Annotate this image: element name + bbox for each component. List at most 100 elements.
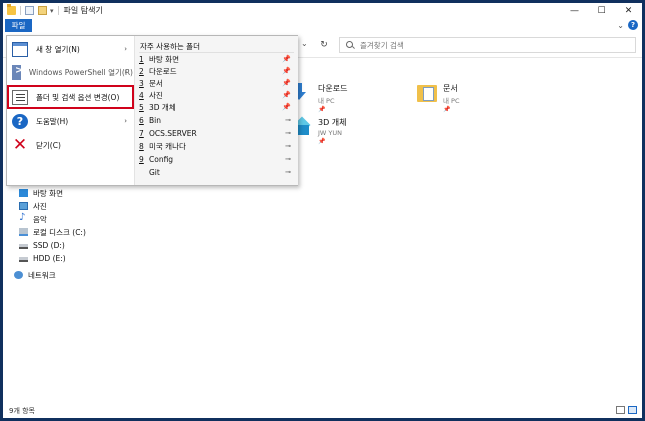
frequent-folder-item[interactable]: 5 3D 개체 📌 xyxy=(139,101,294,113)
pin-icon[interactable]: 📌 xyxy=(282,91,291,99)
menu-item-label: 폴더 및 검색 옵션 변경(O) xyxy=(36,92,120,102)
menu-item-new-window[interactable]: 새 창 열기(N) › xyxy=(8,38,133,60)
large-icons-view-icon[interactable] xyxy=(628,406,637,414)
item-count: 9개 항목 xyxy=(9,406,35,415)
frequent-folder-item[interactable]: 3 문서 📌 xyxy=(139,77,294,89)
close-icon: ✕ xyxy=(12,134,28,155)
frequent-folder-item[interactable]: Git ⊸ xyxy=(139,166,294,178)
submenu-arrow-icon: › xyxy=(124,68,127,76)
folder-label: Git xyxy=(149,167,160,177)
help-icon[interactable]: ? xyxy=(628,20,638,30)
accelerator-number: 8 xyxy=(139,141,144,151)
quick-access-item[interactable]: 3D 개체 JW YUN 📌 xyxy=(292,115,412,147)
folder-label: Config xyxy=(149,154,174,164)
unpinned-icon[interactable]: ⊸ xyxy=(285,116,291,124)
properties-icon[interactable] xyxy=(25,6,34,15)
accelerator-number: 7 xyxy=(139,128,144,138)
nav-item-pictures[interactable]: 사진 xyxy=(19,200,47,212)
nav-item-hdd[interactable]: HDD (E:) xyxy=(19,252,66,264)
address-history-dropdown-icon[interactable]: ⌄ xyxy=(301,39,308,48)
pictures-icon xyxy=(19,202,28,210)
nav-item-local-disk[interactable]: 로컬 디스크 (C:) xyxy=(19,226,86,238)
nav-item-desktop[interactable]: 바탕 화면 xyxy=(19,187,63,199)
menu-item-help[interactable]: ? 도움말(H) › xyxy=(8,110,133,132)
minimize-button[interactable]: — xyxy=(561,3,588,18)
folder-label: Bin xyxy=(149,115,161,125)
item-name: 문서 xyxy=(443,84,458,93)
pin-icon: 📌 xyxy=(443,106,451,113)
menu-item-folder-options[interactable]: 폴더 및 검색 옵션 변경(O) xyxy=(7,85,134,109)
pin-icon[interactable]: 📌 xyxy=(282,55,291,63)
frequent-folder-item[interactable]: 2 다운로드 📌 xyxy=(139,65,294,77)
music-icon xyxy=(19,212,28,223)
frequent-folder-item[interactable]: 9 Config ⊸ xyxy=(139,153,294,165)
accelerator-number: 3 xyxy=(139,78,144,88)
folder-label: 3D 개체 xyxy=(149,102,176,112)
frequent-folder-item[interactable]: 7 OCS.SERVER ⊸ xyxy=(139,127,294,139)
nav-item-ssd[interactable]: SSD (D:) xyxy=(19,239,65,251)
file-menu: 새 창 열기(N) › Windows PowerShell 열기(R) › 폴… xyxy=(6,35,298,186)
nav-item-music[interactable]: 음악 xyxy=(19,212,47,225)
frequent-folders-header: 자주 사용하는 폴더 xyxy=(140,42,200,51)
file-explorer-window: ▾ 파일 탐색기 — ☐ ✕ 파일 ⌄ ? ⌄ ↻ 즐겨찾기 검색 바탕 화면 xyxy=(3,3,642,418)
pin-icon[interactable]: 📌 xyxy=(282,79,291,87)
pin-icon[interactable]: 📌 xyxy=(282,103,291,111)
quick-access-toolbar-dropdown-icon[interactable]: ▾ xyxy=(50,7,54,15)
frequent-folder-item[interactable]: 1 바탕 화면 📌 xyxy=(139,53,294,65)
nav-item-label: 음악 xyxy=(33,214,47,224)
explorer-folder-icon xyxy=(7,4,16,15)
frequent-folder-item[interactable]: 4 사진 📌 xyxy=(139,89,294,101)
accelerator-number: 2 xyxy=(139,66,144,76)
menu-item-label: 새 창 열기(N) xyxy=(36,44,80,54)
pin-icon: 📌 xyxy=(318,138,326,145)
maximize-button[interactable]: ☐ xyxy=(588,3,615,18)
menu-item-label: Windows PowerShell 열기(R) xyxy=(28,67,133,77)
ribbon-tabs: 파일 ⌄ ? xyxy=(3,18,642,32)
item-location: 내 PC xyxy=(318,97,335,105)
search-input[interactable]: 즐겨찾기 검색 xyxy=(339,37,636,53)
title-bar: ▾ 파일 탐색기 — ☐ ✕ xyxy=(3,3,642,18)
item-location: JW YUN xyxy=(318,129,343,137)
menu-item-close[interactable]: ✕ 닫기(C) xyxy=(8,134,133,156)
nav-item-label: 네트워크 xyxy=(28,270,56,280)
folder-label: 사진 xyxy=(149,90,163,100)
item-name: 다운로드 xyxy=(318,84,348,93)
menu-item-open-powershell[interactable]: Windows PowerShell 열기(R) › xyxy=(8,61,133,83)
status-bar: 9개 항목 xyxy=(3,403,642,418)
item-location: 내 PC xyxy=(443,97,460,105)
network-icon xyxy=(14,271,23,279)
folder-options-icon xyxy=(12,89,28,105)
search-icon xyxy=(346,40,355,50)
desktop-icon xyxy=(19,189,28,197)
accelerator-number: 1 xyxy=(139,54,144,64)
nav-item-label: SSD (D:) xyxy=(33,240,65,250)
folder-label: 문서 xyxy=(149,78,163,88)
frequent-folder-item[interactable]: 6 Bin ⊸ xyxy=(139,114,294,126)
accelerator-number: 9 xyxy=(139,154,144,164)
new-folder-icon[interactable] xyxy=(38,6,47,15)
submenu-arrow-icon: › xyxy=(124,117,127,125)
tab-file[interactable]: 파일 xyxy=(5,19,32,32)
toolbar-separator xyxy=(20,6,21,15)
close-window-button[interactable]: ✕ xyxy=(615,3,642,18)
frequent-folder-item[interactable]: 8 미국 캐나다 ⊸ xyxy=(139,140,294,152)
unpinned-icon[interactable]: ⊸ xyxy=(285,129,291,137)
unpinned-icon[interactable]: ⊸ xyxy=(285,142,291,150)
drive-icon xyxy=(19,244,28,249)
nav-item-label: 로컬 디스크 (C:) xyxy=(33,227,86,237)
new-window-icon xyxy=(12,41,28,57)
nav-item-network[interactable]: 네트워크 xyxy=(14,269,56,281)
refresh-button[interactable]: ↻ xyxy=(317,38,331,52)
powershell-icon xyxy=(12,64,23,80)
pin-icon: 📌 xyxy=(318,106,326,113)
menu-item-label: 닫기(C) xyxy=(36,140,61,150)
unpinned-icon[interactable]: ⊸ xyxy=(285,155,291,163)
screen-frame: ▾ 파일 탐색기 — ☐ ✕ 파일 ⌄ ? ⌄ ↻ 즐겨찾기 검색 바탕 화면 xyxy=(0,0,645,421)
details-view-icon[interactable] xyxy=(616,406,625,414)
pin-icon[interactable]: 📌 xyxy=(282,67,291,75)
quick-access-item[interactable]: 문서 내 PC 📌 xyxy=(417,81,537,113)
frequent-folders-panel: 자주 사용하는 폴더 1 바탕 화면 📌 2 다운로드 📌 3 문서 📌 4 사… xyxy=(135,36,298,185)
quick-access-item[interactable]: 다운로드 내 PC 📌 xyxy=(292,81,412,113)
ribbon-expand-icon[interactable]: ⌄ xyxy=(617,21,624,30)
unpinned-icon[interactable]: ⊸ xyxy=(285,168,291,176)
